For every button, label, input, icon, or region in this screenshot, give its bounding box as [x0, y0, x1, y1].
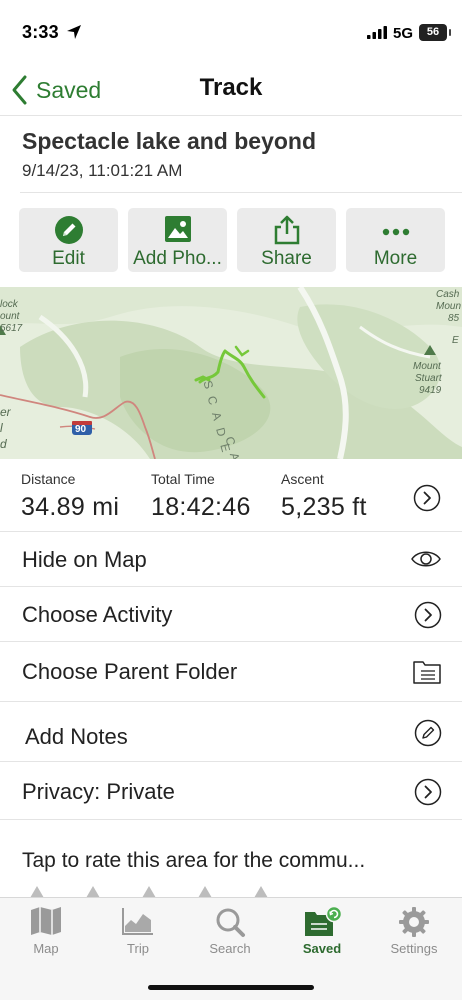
choose-parent-folder-label: Choose Parent Folder	[22, 659, 238, 684]
status-bar: 3:33 5G 56	[0, 0, 462, 66]
map-label: E	[452, 335, 459, 346]
action-buttons: Edit Add Pho... Share More	[19, 208, 445, 272]
tab-settings[interactable]: Settings	[368, 906, 460, 964]
share-button[interactable]: Share	[237, 208, 336, 272]
gear-icon	[399, 907, 429, 937]
tab-trip-label: Trip	[127, 941, 149, 956]
privacy-label: Privacy: Private	[22, 779, 175, 804]
navigation-bar: Saved Track	[0, 66, 462, 116]
choose-activity-label: Choose Activity	[22, 602, 173, 627]
map-labels: lock ount 5617 Cash Moun 85 E Mount Stua…	[0, 287, 462, 459]
tab-saved-label: Saved	[302, 941, 342, 956]
add-photo-label: Add Pho...	[133, 248, 222, 269]
search-icon	[216, 908, 245, 937]
track-date: 9/14/23, 11:01:21 AM	[22, 161, 183, 180]
choose-parent-folder-row[interactable]: Choose Parent Folder	[0, 643, 462, 702]
rating-peaks-icon[interactable]	[0, 884, 462, 898]
hide-on-map-label: Hide on Map	[22, 547, 147, 572]
total-time-label: Total Time	[151, 471, 215, 487]
tab-settings-label: Settings	[390, 941, 438, 956]
total-time-value: 18:42:46	[151, 493, 251, 521]
divider	[20, 192, 462, 193]
photo-icon	[164, 216, 191, 242]
status-time: 3:33	[22, 22, 59, 42]
ascent-value: 5,235 ft	[281, 493, 367, 521]
map-label: 9419	[419, 385, 442, 396]
share-label: Share	[261, 248, 312, 269]
map-icon	[31, 907, 61, 935]
chevron-right-circle-icon[interactable]	[414, 778, 442, 806]
more-dots-icon	[382, 228, 409, 236]
map-label: ount	[0, 311, 20, 322]
map-label: Stuart	[415, 373, 442, 384]
network-type: 5G	[393, 25, 414, 42]
add-notes-label: Add Notes	[25, 724, 128, 749]
home-indicator	[148, 985, 314, 990]
privacy-row[interactable]: Privacy: Private	[0, 763, 462, 820]
chevron-right-circle-icon[interactable]	[413, 484, 441, 512]
battery-icon: 56	[419, 24, 451, 41]
total-time-stat: Total Time 18:42:46	[151, 471, 251, 522]
rate-area-prompt[interactable]: Tap to rate this area for the commu...	[22, 849, 365, 873]
page-title: Track	[199, 74, 263, 101]
distance-stat: Distance 34.89 mi	[21, 471, 119, 522]
pencil-circle-icon[interactable]	[414, 719, 442, 747]
chevron-right-circle-icon[interactable]	[414, 601, 442, 629]
saved-folder-icon	[305, 906, 343, 936]
tab-bar: Map Trip Search Saved Settings	[0, 897, 462, 1000]
choose-activity-row[interactable]: Choose Activity	[0, 588, 462, 642]
track-name: Spectacle lake and beyond	[22, 128, 317, 154]
location-arrow-icon	[67, 25, 81, 39]
folder-icon[interactable]	[412, 659, 442, 685]
map-label: lock	[0, 299, 18, 310]
map-label: 85	[448, 313, 460, 324]
map-label: Cash	[436, 289, 460, 300]
track-header: Spectacle lake and beyond 9/14/23, 11:01…	[22, 128, 442, 181]
track-stats-row[interactable]: Distance 34.89 mi Total Time 18:42:46 As…	[0, 462, 462, 532]
highway-label: 90	[75, 424, 87, 435]
cellular-signal-icon	[367, 26, 387, 39]
add-photo-button[interactable]: Add Pho...	[128, 208, 227, 272]
edit-label: Edit	[52, 248, 85, 269]
tab-map[interactable]: Map	[0, 906, 92, 964]
add-notes-row[interactable]: Add Notes	[0, 703, 462, 762]
tab-search[interactable]: Search	[184, 906, 276, 964]
tab-saved[interactable]: Saved	[276, 906, 368, 964]
distance-value: 34.89 mi	[21, 493, 120, 521]
map-label: l	[0, 421, 3, 435]
pencil-icon	[54, 216, 83, 244]
hide-on-map-row[interactable]: Hide on Map	[0, 533, 462, 587]
edit-button[interactable]: Edit	[19, 208, 118, 272]
share-icon	[274, 215, 299, 245]
map-label: 5617	[0, 323, 23, 334]
map-label: Mount	[413, 361, 441, 372]
trip-chart-icon	[122, 908, 153, 935]
map-label: er	[0, 405, 11, 419]
battery-level: 56	[426, 26, 440, 38]
map-label: Moun	[436, 301, 462, 312]
ascent-stat: Ascent 5,235 ft	[281, 471, 367, 522]
eye-icon[interactable]	[410, 547, 442, 571]
tab-map-label: Map	[33, 941, 59, 956]
ascent-label: Ascent	[281, 471, 324, 487]
more-label: More	[373, 248, 418, 269]
distance-label: Distance	[21, 471, 76, 487]
map-label: d	[0, 437, 7, 451]
tab-trip[interactable]: Trip	[92, 906, 184, 964]
more-button[interactable]: More	[346, 208, 445, 272]
tab-search-label: Search	[209, 941, 251, 956]
track-map-preview[interactable]: lock ount 5617 Cash Moun 85 E Mount Stua…	[0, 287, 462, 459]
